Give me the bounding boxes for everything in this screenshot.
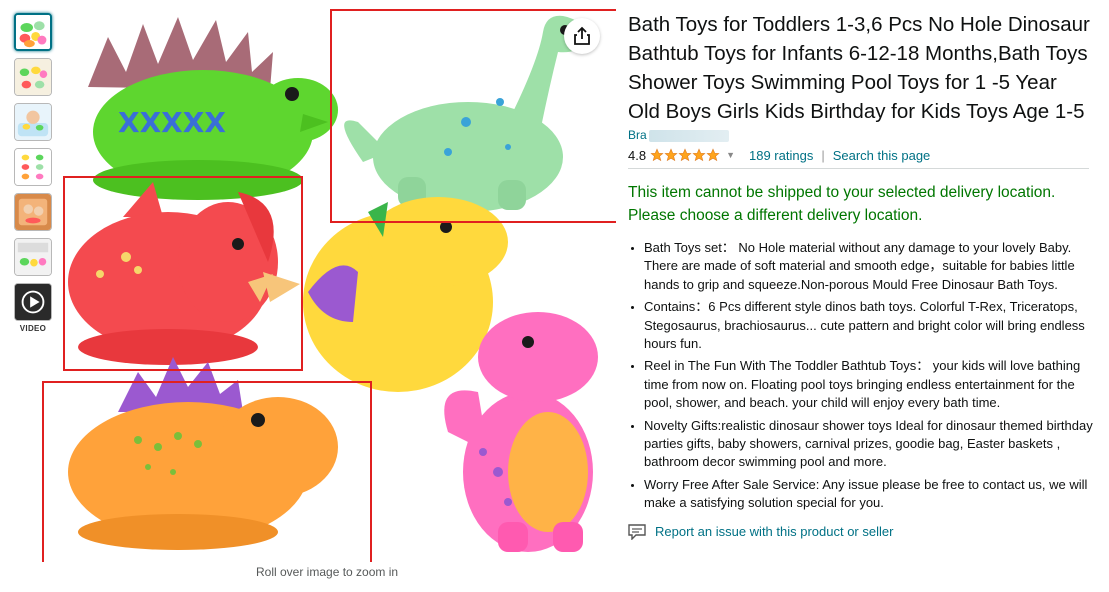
- mint-brachiosaurus: [344, 15, 585, 212]
- product-title: Bath Toys for Toddlers 1-3,6 Pcs No Hole…: [628, 13, 1090, 123]
- star-icon: [692, 148, 706, 162]
- star-rating[interactable]: [650, 148, 720, 162]
- chevron-down-icon[interactable]: ▼: [726, 150, 735, 160]
- feedback-icon: [628, 523, 646, 540]
- separator: |: [821, 147, 825, 163]
- orange-stegosaurus: [68, 357, 338, 550]
- feature-bullet: Worry Free After Sale Service: Any issue…: [644, 476, 1093, 513]
- star-icon: [664, 148, 678, 162]
- main-product-image[interactable]: XXXXX: [38, 2, 616, 562]
- share-button[interactable]: [564, 18, 600, 54]
- star-icon: [678, 148, 692, 162]
- report-issue-link[interactable]: Report an issue with this product or sel…: [655, 524, 893, 539]
- divider: [628, 168, 1089, 169]
- star-icon: [706, 148, 720, 162]
- zoom-hint: Roll over image to zoom in: [256, 565, 399, 579]
- red-triceratops: [68, 182, 300, 365]
- feature-bullet: Reel in The Fun With The Toddler Bathtub…: [644, 357, 1093, 412]
- feature-bullet: Novelty Gifts:realistic dinosaur shower …: [644, 417, 1093, 472]
- brand-link[interactable]: Bra: [628, 128, 1093, 143]
- ratings-link[interactable]: 189 ratings: [749, 148, 813, 163]
- dinosaur-toys-image: XXXXX: [42, 9, 616, 562]
- star-icon: [650, 148, 664, 162]
- product-details: Bath Toys for Toddlers 1-3,6 Pcs No Hole…: [628, 10, 1093, 540]
- rating-value: 4.8: [628, 147, 647, 163]
- brand-prefix: Bra: [628, 128, 647, 142]
- green-stegosaurus: XXXXX: [88, 17, 338, 200]
- svg-text:XXXXX: XXXXX: [118, 106, 226, 139]
- yellow-dinosaur: [303, 197, 508, 392]
- brand-redacted: [648, 129, 729, 142]
- feature-bullets: Bath Toys set： No Hole material without …: [628, 239, 1093, 513]
- shipping-warning: This item cannot be shipped to your sele…: [628, 184, 1056, 224]
- share-icon: [574, 26, 590, 45]
- report-issue-row[interactable]: Report an issue with this product or sel…: [628, 523, 1093, 540]
- rating-row: 4.8 ▼ 189 ratings | Search this page: [628, 146, 1093, 164]
- search-page-link[interactable]: Search this page: [833, 148, 931, 163]
- feature-bullet: Contains：6 Pcs different style dinos bat…: [644, 298, 1093, 353]
- feature-bullet: Bath Toys set： No Hole material without …: [644, 239, 1093, 294]
